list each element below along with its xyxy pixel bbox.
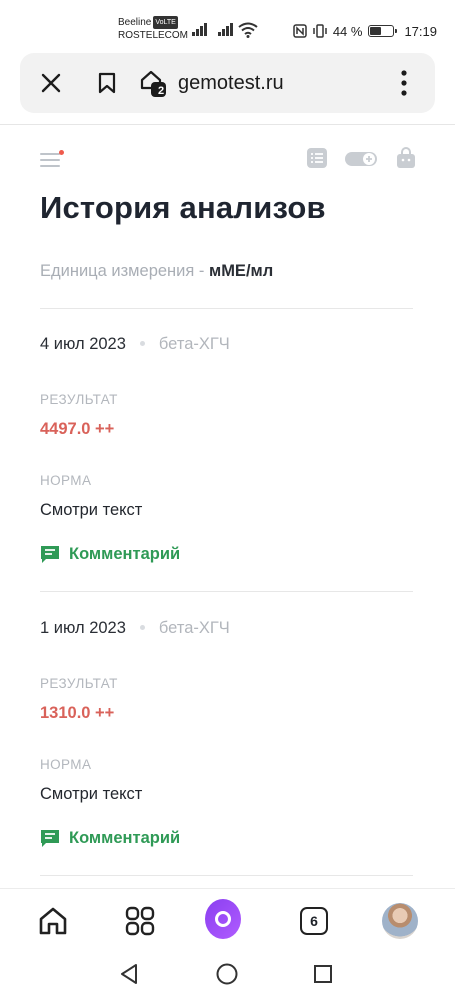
address-bar: 2 gemotest.ru — [20, 53, 435, 113]
header-divider — [0, 124, 455, 125]
page-title: История анализов — [40, 190, 326, 225]
norm-value: Смотри текст — [40, 785, 143, 803]
tabs-count: 6 — [300, 907, 328, 935]
unit-label: Единица измерения - — [40, 262, 209, 280]
norm-value: Смотри текст — [40, 501, 143, 519]
dot-separator — [139, 340, 145, 346]
signal-2-icon — [218, 22, 236, 36]
divider — [40, 875, 413, 876]
recents-nav-icon[interactable] — [313, 964, 333, 984]
home-nav-icon[interactable] — [215, 962, 239, 986]
menu-icon[interactable] — [40, 150, 64, 168]
result-value: 1310.0 ++ — [40, 704, 115, 722]
comment-label: Комментарий — [69, 828, 181, 847]
entry-date: 1 июл 2023 — [40, 619, 126, 637]
bookmark-icon[interactable] — [92, 68, 122, 98]
clock: 17:19 — [404, 23, 437, 39]
toggle-add-icon[interactable] — [344, 150, 378, 168]
signal-icon — [192, 22, 210, 36]
result-value: 4497.0 ++ — [40, 420, 115, 438]
site-badge-count: 2 — [158, 85, 165, 97]
carrier-secondary: ROSTELECOM — [118, 30, 189, 41]
back-nav-icon[interactable] — [118, 962, 140, 986]
battery-percent: 44 % — [332, 23, 363, 39]
divider — [40, 308, 413, 309]
close-icon[interactable] — [36, 68, 66, 98]
profile-avatar[interactable] — [382, 903, 418, 939]
battery-icon — [368, 25, 398, 37]
avatar-image — [382, 903, 418, 939]
carrier-primary: Beeline — [118, 17, 152, 28]
analysis-entry: 1 июл 2023 бета-ХГЧ РЕЗУЛЬТАТ 1310.0 ++ Н… — [40, 619, 415, 879]
unit-value: мМЕ/мл — [208, 262, 274, 280]
more-menu-icon[interactable] — [389, 68, 419, 98]
entry-date-line: 4 июл 2023 бета-ХГЧ — [40, 335, 230, 354]
list-icon[interactable] — [306, 147, 328, 169]
status-bar: Beeline VoLTE ROSTELECOM 44 % 17:19 — [0, 0, 455, 48]
entry-date: 4 июл 2023 — [40, 335, 126, 353]
dot-separator — [139, 624, 145, 630]
divider — [40, 591, 413, 592]
tabs-button[interactable]: 6 — [296, 903, 332, 939]
entry-analyte: бета-ХГЧ — [158, 335, 230, 353]
entry-date-line: 1 июл 2023 бета-ХГЧ — [40, 619, 230, 638]
norm-label: НОРМА — [40, 757, 92, 772]
notification-dot — [59, 150, 64, 155]
url-domain[interactable]: gemotest.ru — [178, 72, 284, 95]
result-label: РЕЗУЛЬТАТ — [40, 676, 118, 691]
volte-badge: VoLTE — [153, 16, 178, 29]
alice-assistant-icon[interactable] — [205, 899, 241, 939]
comment-icon — [41, 830, 59, 847]
home-icon[interactable] — [35, 903, 71, 939]
comment-label: Комментарий — [69, 544, 181, 563]
wifi-icon — [238, 22, 258, 38]
entry-analyte: бета-ХГЧ — [158, 619, 230, 637]
site-security-icon[interactable]: 2 — [138, 68, 168, 98]
comment-link[interactable]: Комментарий — [40, 544, 180, 564]
norm-label: НОРМА — [40, 473, 92, 488]
nfc-icon — [293, 24, 307, 38]
comment-link[interactable]: Комментарий — [40, 828, 180, 848]
carrier-info: Beeline VoLTE ROSTELECOM — [118, 16, 188, 42]
cart-icon[interactable] — [396, 147, 416, 169]
vibrate-icon — [313, 24, 327, 38]
result-label: РЕЗУЛЬТАТ — [40, 392, 118, 407]
apps-grid-icon[interactable] — [122, 903, 158, 939]
unit-row: Единица измерения - мМЕ/мл — [40, 262, 273, 281]
analysis-entry: 4 июл 2023 бета-ХГЧ РЕЗУЛЬТАТ 4497.0 ++ Н… — [40, 335, 415, 595]
comment-icon — [41, 546, 59, 563]
